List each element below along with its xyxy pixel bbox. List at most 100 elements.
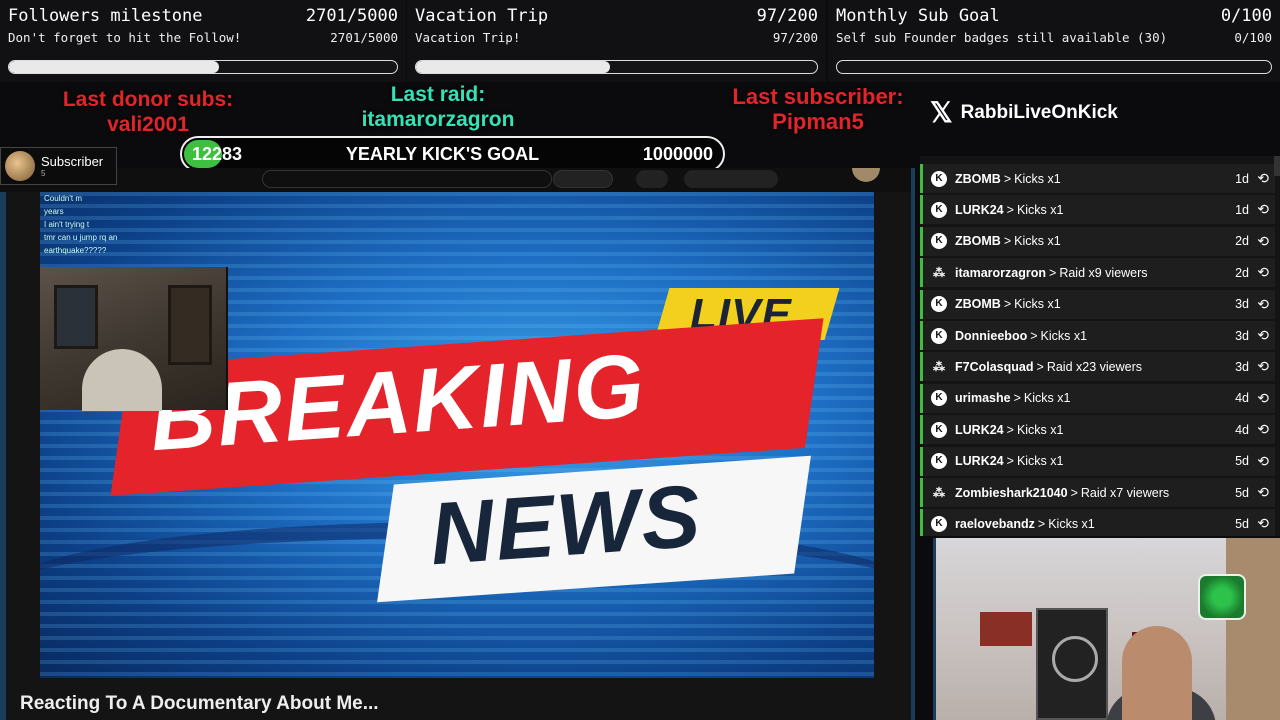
chevron-right-icon: > — [1037, 516, 1046, 531]
feed-row: Kraelovebandz > Kicks x1 5d ⟲ — [920, 509, 1275, 536]
feed-event: Kicks x1 — [1014, 171, 1061, 186]
vacation-goal-widget: Vacation Trip 97/200 Vacation Trip! 97/200 — [407, 0, 826, 82]
streamer-figure — [1122, 626, 1192, 720]
yearly-goal-current: 12283 — [192, 143, 243, 164]
sub-goal-widget: Monthly Sub Goal 0/100 Self sub Founder b… — [828, 0, 1280, 82]
replay-icon[interactable]: ⟲ — [1257, 201, 1269, 218]
kick-icon: K — [931, 453, 947, 470]
last-donor-label: Last donor subs: vali2001 — [40, 87, 256, 137]
goal-count: 97/200 — [756, 6, 818, 26]
feed-row: K LURK24 > Kicks x1 1d ⟲ — [920, 195, 1275, 225]
goal-subtitle: Self sub Founder badges still available … — [836, 30, 1168, 45]
feed-user-name: LURK24 — [955, 202, 1004, 217]
frame-border-left — [0, 192, 6, 720]
last-donor-name: vali2001 — [107, 113, 189, 136]
feed-event: Raid x23 viewers — [1046, 359, 1142, 374]
kick-icon: K — [931, 327, 947, 344]
goal-title: Followers milestone — [8, 6, 203, 26]
feed-time: 3d — [1235, 359, 1249, 374]
replay-icon[interactable]: ⟲ — [1257, 233, 1269, 250]
goal-title: Vacation Trip — [415, 6, 549, 26]
subscriber-alert: Subscriber 5 — [0, 147, 117, 185]
chevron-right-icon: > — [1006, 202, 1014, 217]
goal-subtitle: Don't forget to hit the Follow! — [8, 30, 242, 45]
chevron-right-icon: > — [1006, 422, 1014, 437]
goal-subcount: 0/100 — [1234, 30, 1272, 45]
feed-event: Kicks x1 — [1016, 454, 1064, 469]
yearly-goal-target: 1000000 — [642, 143, 713, 164]
goal-progress-track — [8, 60, 398, 74]
raid-icon: ⁂ — [933, 359, 945, 374]
streamer-figure — [82, 349, 162, 411]
feed-time: 3d — [1235, 297, 1249, 312]
goal-title: Monthly Sub Goal — [836, 6, 1000, 26]
feed-row: K LURK24 > Kicks x1 5d ⟲ — [920, 446, 1275, 476]
feed-scrollbar[interactable] — [1274, 156, 1280, 176]
create-button[interactable] — [684, 170, 778, 188]
avatar[interactable] — [852, 168, 880, 182]
replay-icon[interactable]: ⟲ — [1257, 264, 1269, 281]
twitter-handle: 𝕏 RabbiLiveOnKick — [930, 96, 1118, 129]
goal-subcount: 97/200 — [772, 30, 818, 45]
chat-line: earthquake????? — [44, 246, 107, 255]
replay-icon[interactable]: ⟲ — [1257, 484, 1269, 501]
feed-time: 1d — [1235, 171, 1249, 186]
feed-row: K ZBOMB > Kicks x1 1d ⟲ — [920, 164, 1275, 193]
feed-row: ⁂ Zombieshark21040 > Raid x7 viewers 5d ⟲ — [920, 478, 1275, 507]
subscriber-alert-count: 5 — [41, 169, 46, 178]
feed-user-name: urimashe — [955, 391, 1011, 406]
last-raid-title: Last raid: — [390, 83, 486, 106]
feed-event: Kicks x1 — [1014, 234, 1061, 249]
wall-poster — [980, 612, 1032, 646]
feed-time: 2d — [1235, 234, 1249, 249]
search-button[interactable] — [553, 170, 613, 188]
replay-icon[interactable]: ⟲ — [1257, 296, 1269, 313]
feed-event: Kicks x1 — [1016, 202, 1064, 217]
yearly-goal-bar: 12283 YEARLY KICK'S GOAL 1000000 — [180, 136, 725, 172]
subscriber-avatar — [5, 151, 35, 181]
chevron-right-icon: > — [1030, 328, 1038, 343]
feed-row: K LURK24 > Kicks x1 4d ⟲ — [920, 415, 1275, 445]
news-text: NEWS — [426, 465, 706, 584]
feed-user-name: ZBOMB — [955, 297, 1001, 312]
feed-time: 4d — [1235, 422, 1249, 437]
last-raid-name: itamarorzagron — [361, 108, 515, 131]
mic-button[interactable] — [636, 170, 668, 188]
feed-row: K Donnieeboo > Kicks x1 3d ⟲ — [920, 321, 1275, 350]
yearly-goal-label: YEARLY KICK'S GOAL — [345, 143, 540, 164]
feed-user-name: ZBOMB — [955, 234, 1001, 249]
goal-progress-fill — [416, 61, 611, 73]
subscriber-alert-label: Subscriber — [41, 154, 104, 169]
search-input[interactable] — [262, 170, 552, 188]
raid-icon: ⁂ — [933, 485, 945, 500]
replay-icon[interactable]: ⟲ — [1257, 421, 1269, 438]
chat-line: years — [44, 207, 64, 216]
chevron-right-icon: > — [1070, 485, 1078, 500]
last-subscriber-name: Pipman5 — [772, 109, 864, 134]
feed-user-name: raelovebandz — [955, 516, 1035, 531]
feed-row: Kurimashe > Kicks x1 4d ⟲ — [920, 383, 1275, 413]
chevron-right-icon: > — [1003, 234, 1012, 249]
chat-overlay: Couldn't m years I ain't trying t tmr ca… — [40, 192, 300, 262]
youtube-top-bar — [0, 168, 915, 192]
replay-icon[interactable]: ⟲ — [1257, 170, 1269, 187]
last-subscriber-label: Last subscriber: Pipman5 — [706, 84, 930, 134]
wall-tapestry — [1036, 608, 1108, 720]
replay-icon[interactable]: ⟲ — [1257, 453, 1269, 470]
feed-row: ⁂ itamarorzagron > Raid x9 viewers 2d ⟲ — [920, 258, 1275, 288]
feed-time: 5d — [1235, 485, 1249, 500]
video-title[interactable]: Reacting To A Documentary About Me... — [20, 693, 379, 715]
feed-event: Raid x7 viewers — [1080, 485, 1170, 500]
chevron-right-icon: > — [1049, 265, 1057, 280]
replay-icon[interactable]: ⟲ — [1257, 515, 1269, 532]
frame-border-right — [911, 168, 915, 720]
doorway — [168, 285, 212, 365]
replay-icon[interactable]: ⟲ — [1257, 327, 1269, 344]
feed-user-name: Zombieshark21040 — [955, 485, 1068, 500]
breaking-news-video[interactable]: LIVE BREAKING NEWS — [40, 192, 874, 678]
replay-icon[interactable]: ⟲ — [1257, 390, 1269, 407]
feed-event: Raid x9 viewers — [1059, 265, 1148, 280]
raid-icon: ⁂ — [933, 265, 945, 280]
feed-user-name: itamarorzagron — [955, 265, 1046, 280]
replay-icon[interactable]: ⟲ — [1257, 358, 1269, 375]
